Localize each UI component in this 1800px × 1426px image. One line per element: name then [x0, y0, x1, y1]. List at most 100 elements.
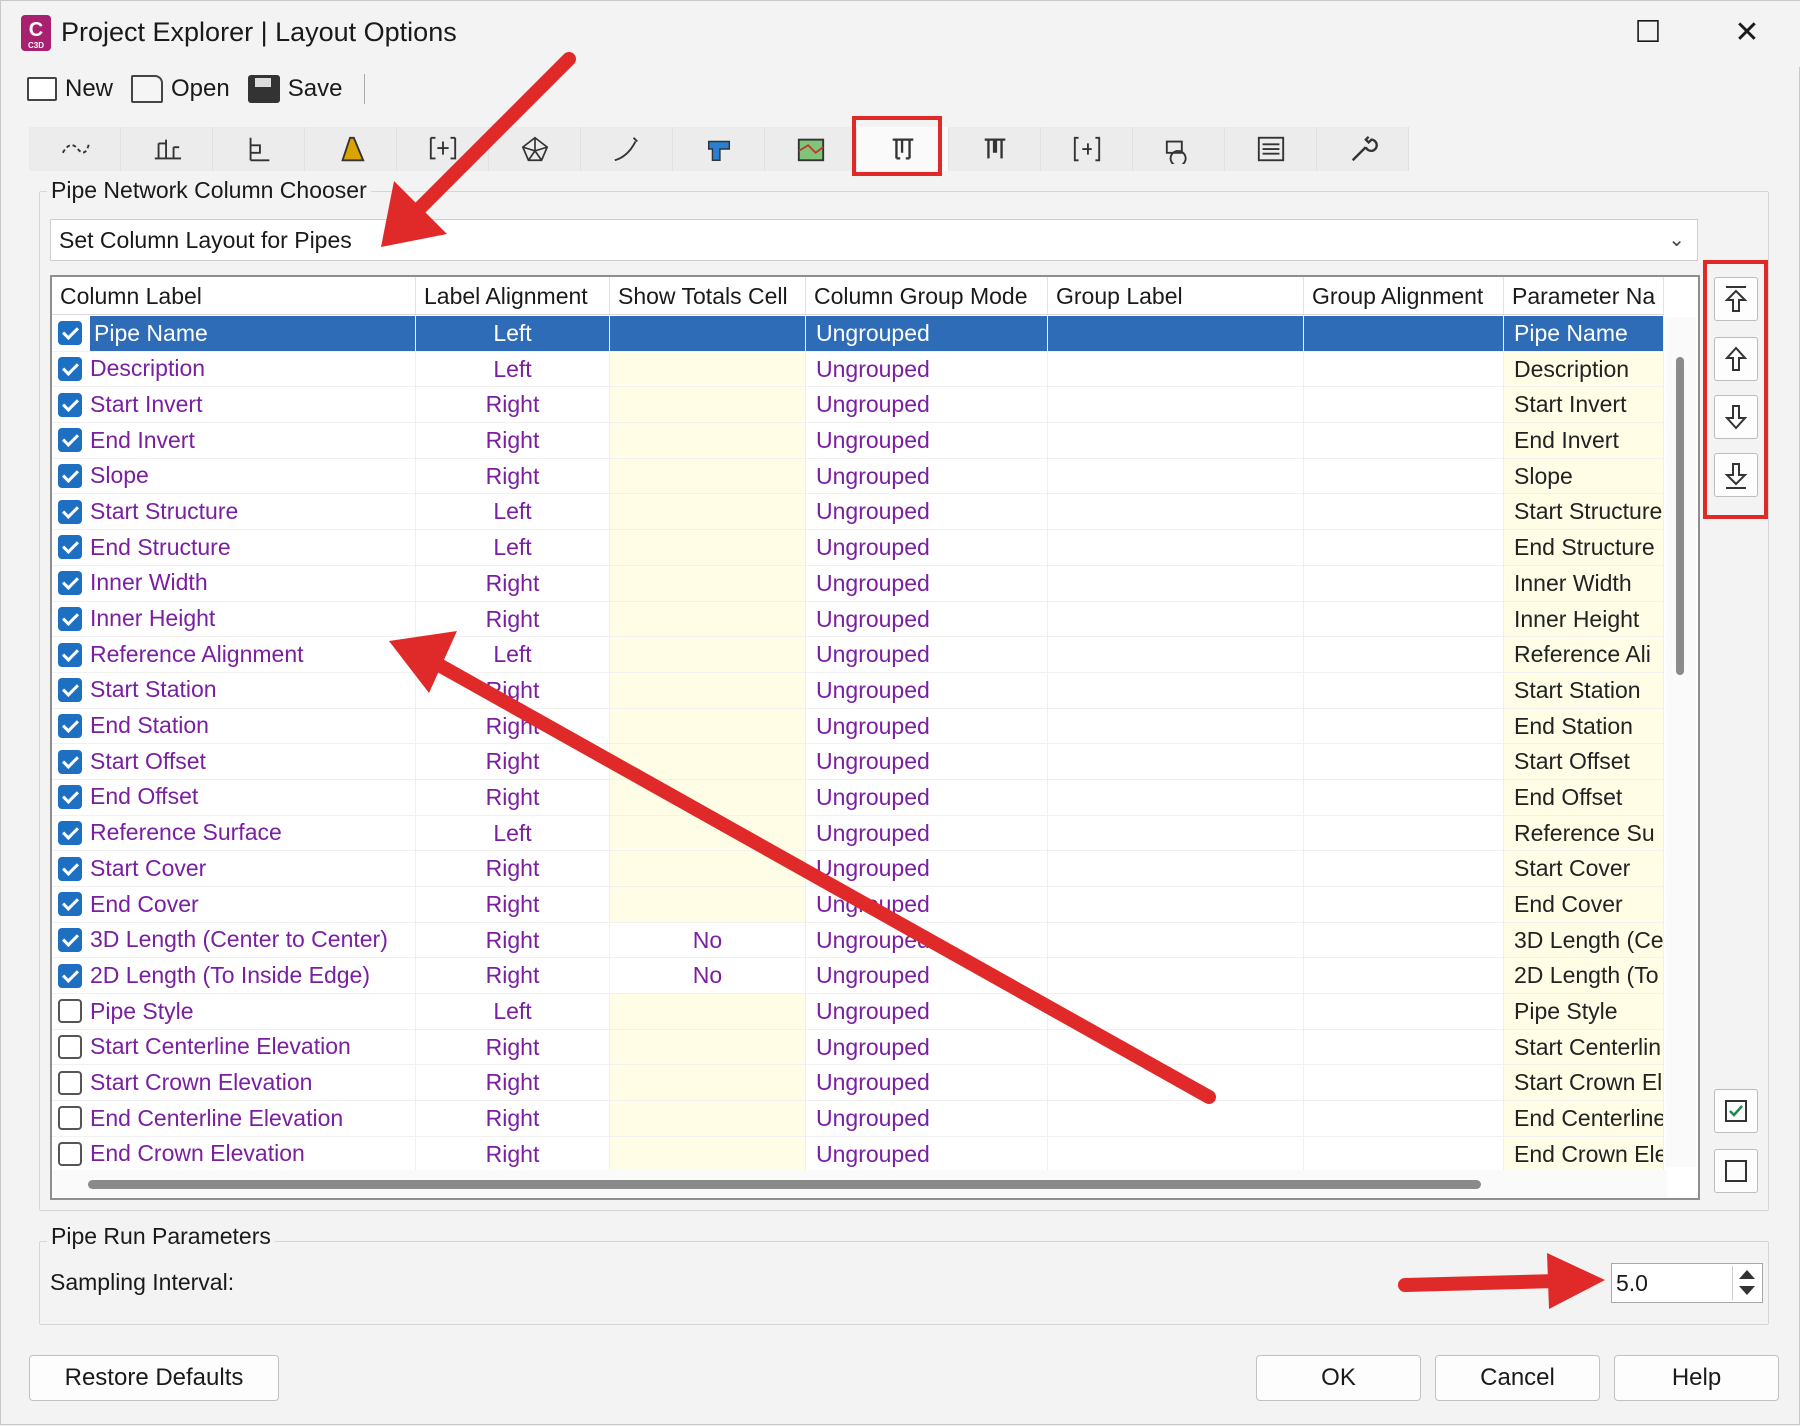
group-label-cell[interactable]: [1048, 494, 1304, 531]
show-totals-cell[interactable]: [610, 458, 806, 495]
group-alignment-cell[interactable]: [1304, 423, 1504, 459]
table-row[interactable]: Pipe Style Left Ungrouped Pipe Style: [52, 994, 1664, 1030]
table-row[interactable]: Pipe Name Left Ungrouped Pipe Name: [52, 316, 1664, 352]
group-alignment-cell[interactable]: [1304, 708, 1504, 745]
label-alignment-cell[interactable]: Right: [416, 387, 610, 424]
column-label-cell[interactable]: 2D Length (To Inside Edge): [52, 958, 416, 995]
column-group-mode-cell[interactable]: Ungrouped: [806, 458, 1048, 495]
table-row[interactable]: Slope Right Ungrouped Slope: [52, 458, 1664, 495]
restore-defaults-button[interactable]: Restore Defaults: [29, 1355, 279, 1401]
column-label-text[interactable]: Start Cover: [90, 851, 206, 886]
table-row[interactable]: Reference Surface Left Ungrouped Reference …: [52, 815, 1664, 852]
label-alignment-cell[interactable]: Left: [416, 494, 610, 531]
table-row[interactable]: End Structure Left Ungrouped End Structure: [52, 530, 1664, 566]
show-totals-cell[interactable]: [610, 1136, 806, 1172]
row-checkbox[interactable]: [58, 999, 82, 1024]
column-group-mode-cell[interactable]: Ungrouped: [806, 637, 1048, 673]
group-alignment-cell[interactable]: [1304, 565, 1504, 602]
label-alignment-cell[interactable]: Right: [416, 565, 610, 602]
column-label-text[interactable]: Pipe Style: [90, 994, 194, 1029]
row-checkbox[interactable]: [58, 606, 82, 631]
row-checkbox[interactable]: [58, 785, 82, 810]
column-header[interactable]: Column Label: [52, 277, 416, 314]
label-alignment-cell[interactable]: Right: [416, 887, 610, 923]
table-row[interactable]: Start Centerline Elevation Right Ungrouped…: [52, 1029, 1664, 1066]
group-label-cell[interactable]: [1048, 779, 1304, 816]
column-group-mode-cell[interactable]: Ungrouped: [806, 423, 1048, 459]
label-alignment-cell[interactable]: Right: [416, 744, 610, 780]
group-alignment-cell[interactable]: [1304, 530, 1504, 566]
group-alignment-cell[interactable]: [1304, 744, 1504, 780]
row-checkbox[interactable]: [58, 963, 82, 988]
row-checkbox[interactable]: [58, 820, 82, 845]
table-row[interactable]: Start Invert Right Ungrouped Start Invert: [52, 387, 1664, 424]
show-totals-cell[interactable]: [610, 387, 806, 424]
row-checkbox[interactable]: [58, 642, 82, 667]
group-alignment-cell[interactable]: [1304, 887, 1504, 923]
open-button[interactable]: Open: [131, 75, 230, 103]
table-row[interactable]: Start Station Right Ungrouped Start Station: [52, 672, 1664, 709]
tab-wrench[interactable]: [1317, 127, 1409, 171]
group-label-cell[interactable]: [1048, 922, 1304, 959]
tab-section-view[interactable]: [1041, 127, 1133, 171]
group-label-cell[interactable]: [1048, 994, 1304, 1030]
group-label-cell[interactable]: [1048, 316, 1304, 352]
group-alignment-cell[interactable]: [1304, 815, 1504, 852]
group-label-cell[interactable]: [1048, 815, 1304, 852]
group-label-cell[interactable]: [1048, 887, 1304, 923]
row-checkbox[interactable]: [58, 856, 82, 881]
table-row[interactable]: Inner Height Right Ungrouped Inner Height: [52, 601, 1664, 638]
group-alignment-cell[interactable]: [1304, 958, 1504, 995]
label-alignment-cell[interactable]: Left: [416, 815, 610, 852]
sampling-interval-value[interactable]: 5.0: [1616, 1270, 1648, 1296]
column-header[interactable]: Label Alignment: [416, 277, 610, 314]
row-checkbox[interactable]: [58, 321, 82, 346]
show-totals-cell[interactable]: [610, 815, 806, 852]
tab-assembly[interactable]: [673, 127, 765, 171]
column-header[interactable]: Group Alignment: [1304, 277, 1504, 314]
show-totals-cell[interactable]: [610, 744, 806, 780]
show-totals-cell[interactable]: [610, 851, 806, 887]
column-group-mode-cell[interactable]: Ungrouped: [806, 530, 1048, 566]
move-down-button[interactable]: [1714, 395, 1758, 439]
label-alignment-cell[interactable]: Left: [416, 637, 610, 673]
group-label-cell[interactable]: [1048, 458, 1304, 495]
show-totals-cell[interactable]: No: [610, 922, 806, 959]
vertical-scrollbar[interactable]: [1666, 317, 1696, 1167]
group-label-cell[interactable]: [1048, 530, 1304, 566]
label-alignment-cell[interactable]: Right: [416, 1136, 610, 1172]
table-row[interactable]: End Station Right Ungrouped End Station: [52, 708, 1664, 745]
show-totals-cell[interactable]: [610, 779, 806, 816]
tab-feature-line[interactable]: [581, 127, 673, 171]
column-label-cell[interactable]: Start Centerline Elevation: [52, 1029, 416, 1066]
column-header[interactable]: Group Label: [1048, 277, 1304, 314]
row-checkbox[interactable]: [58, 713, 82, 738]
column-group-mode-cell[interactable]: Ungrouped: [806, 565, 1048, 602]
group-alignment-cell[interactable]: [1304, 779, 1504, 816]
group-alignment-cell[interactable]: [1304, 851, 1504, 887]
column-label-text[interactable]: 3D Length (Center to Center): [90, 923, 388, 958]
tab-profile-view[interactable]: [213, 127, 305, 171]
horizontal-scrollbar[interactable]: [52, 1170, 1667, 1198]
maximize-button[interactable]: ☐: [1618, 13, 1678, 53]
group-alignment-cell[interactable]: [1304, 1065, 1504, 1102]
column-group-mode-cell[interactable]: Ungrouped: [806, 922, 1048, 959]
group-label-cell[interactable]: [1048, 708, 1304, 745]
table-row[interactable]: End Cover Right Ungrouped End Cover: [52, 887, 1664, 923]
table-row[interactable]: Start Offset Right Ungrouped Start Offset: [52, 744, 1664, 780]
table-row[interactable]: End Invert Right Ungrouped End Invert: [52, 423, 1664, 459]
tab-alignment[interactable]: [29, 127, 121, 171]
label-alignment-cell[interactable]: Right: [416, 958, 610, 995]
label-alignment-cell[interactable]: Left: [416, 530, 610, 566]
column-group-mode-cell[interactable]: Ungrouped: [806, 351, 1048, 388]
table-row[interactable]: Start Crown Elevation Right Ungrouped Start…: [52, 1065, 1664, 1102]
column-label-cell[interactable]: End Station: [52, 708, 416, 745]
column-label-cell[interactable]: 3D Length (Center to Center): [52, 922, 416, 959]
row-checkbox[interactable]: [58, 392, 82, 417]
column-label-cell[interactable]: End Cover: [52, 887, 416, 923]
column-label-text[interactable]: Start Centerline Elevation: [90, 1030, 351, 1065]
group-label-cell[interactable]: [1048, 601, 1304, 638]
column-group-mode-cell[interactable]: Ungrouped: [806, 1029, 1048, 1066]
group-alignment-cell[interactable]: [1304, 1101, 1504, 1137]
uncheck-all-button[interactable]: [1714, 1149, 1758, 1193]
